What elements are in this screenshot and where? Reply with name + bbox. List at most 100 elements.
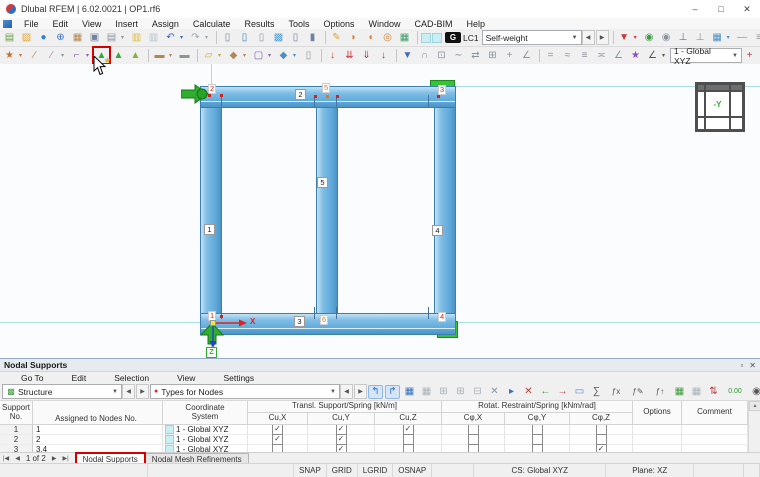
decimal-places-icon[interactable]: 0.00 xyxy=(723,385,747,399)
panel-close-icon[interactable]: ✕ xyxy=(749,361,756,370)
new-member-load-icon[interactable]: ⇊ xyxy=(342,49,359,63)
table-row[interactable]: 1 1 1 - Global XYZ ✓ ✓ ✓ xyxy=(0,425,748,435)
units-icon[interactable]: ▦ xyxy=(689,385,704,399)
new-model-icon[interactable]: ▤ xyxy=(2,31,19,45)
print-icon[interactable]: ▤▾ xyxy=(104,31,129,45)
first-table-button[interactable]: |◀ xyxy=(0,455,12,462)
formula-import-icon[interactable]: ƒ↑ xyxy=(650,385,670,399)
save-icon[interactable]: ▣ xyxy=(87,31,104,45)
menu-item[interactable]: Results xyxy=(237,19,281,29)
measure-icon[interactable]: — xyxy=(735,31,752,45)
stamp-icon[interactable]: ◎ xyxy=(380,31,397,45)
align-line-icon[interactable]: = xyxy=(543,49,560,63)
col-cux[interactable]: Cu,X xyxy=(248,413,308,425)
node-marker[interactable] xyxy=(326,95,329,98)
col-cuz[interactable]: Cu,Z xyxy=(375,413,442,425)
table-first-icon[interactable]: ⊞ xyxy=(436,385,451,399)
model-canvas[interactable]: 12345 253164 X Z -Y xyxy=(0,64,760,358)
report-icon[interactable]: ▥ xyxy=(129,31,146,45)
col-comment[interactable]: Comment xyxy=(682,401,748,425)
align-offset-icon[interactable]: ≍ xyxy=(594,49,611,63)
member-5-middle-column[interactable] xyxy=(316,102,338,318)
note-bubble-icon[interactable]: ◗ xyxy=(346,31,363,45)
new-solid-icon[interactable]: ◆▾ xyxy=(226,49,251,63)
next-table-page-button[interactable]: ▶ xyxy=(49,455,60,462)
tables-panel-icon[interactable]: ▯ xyxy=(237,31,254,45)
search-icon[interactable]: ◉ xyxy=(749,385,760,399)
node-marker[interactable] xyxy=(314,95,317,98)
types-for-nodes-combo[interactable]: ● Types for Nodes▼ xyxy=(150,384,340,399)
loads-visibility-icon[interactable]: ⊥ xyxy=(693,31,710,45)
node-number-label[interactable]: 4 xyxy=(438,312,446,322)
close-button[interactable]: ✕ xyxy=(734,1,760,18)
menu-item[interactable]: Calculate xyxy=(186,19,238,29)
member-number-label[interactable]: 3 xyxy=(294,316,305,327)
relations-forward-icon[interactable]: ↱ xyxy=(385,385,400,399)
table-active-icon[interactable]: ▦ xyxy=(402,385,417,399)
member-4-right-column[interactable] xyxy=(434,86,456,335)
display-panel-icon[interactable]: ▦▾ xyxy=(710,31,735,45)
new-elastic-foundation-icon[interactable]: ▲ xyxy=(128,49,145,63)
menu-item[interactable]: Help xyxy=(460,19,493,29)
snap-toggle[interactable]: SNAP xyxy=(294,464,327,477)
col-coordinate-system[interactable]: CoordinateSystem xyxy=(163,401,248,425)
panel-menu-item[interactable]: Edit xyxy=(58,373,101,383)
member-number-label[interactable]: 2 xyxy=(295,89,306,100)
menu-item[interactable]: File xyxy=(17,19,46,29)
member-number-label[interactable]: 1 xyxy=(204,224,215,235)
undo-icon[interactable]: ↶▾ xyxy=(163,31,188,45)
snap-assistant-icon[interactable]: ★ xyxy=(628,49,645,63)
printout-report-icon[interactable]: ▥ xyxy=(146,31,163,45)
open-model-icon[interactable]: ▨ xyxy=(19,31,36,45)
navigator-panel-icon[interactable]: ▯ xyxy=(220,31,237,45)
col-cphiy[interactable]: Cφ,Y xyxy=(505,413,570,425)
display-properties-icon[interactable]: ▦ xyxy=(397,31,414,45)
node-number-label[interactable]: 6 xyxy=(320,315,328,325)
col-cuy[interactable]: Cu,Y xyxy=(308,413,375,425)
chat-bubble-icon[interactable]: ◖ xyxy=(363,31,380,45)
snap-toggle[interactable]: GRID xyxy=(327,464,358,477)
table-mid-icon[interactable]: ⊞ xyxy=(453,385,468,399)
new-free-load-icon[interactable]: ↓ xyxy=(376,49,393,63)
edit-line-icon[interactable]: ∕▾ xyxy=(44,49,69,63)
delete-row-icon[interactable]: ✕ xyxy=(521,385,536,399)
box-select-icon[interactable]: ⊡ xyxy=(434,49,451,63)
menu-item[interactable]: Insert xyxy=(108,19,145,29)
status-panel-icon[interactable]: ▮ xyxy=(305,31,322,45)
worksheet-panel-icon[interactable]: ▯ xyxy=(288,31,305,45)
supports-visibility-icon[interactable]: ⊥ xyxy=(676,31,693,45)
new-opening-icon[interactable]: ▢▾ xyxy=(251,49,276,63)
dimensions-icon[interactable]: ≡ xyxy=(752,31,760,45)
rendering-panel-icon[interactable]: ▩ xyxy=(271,31,288,45)
new-nodal-load-icon[interactable]: ↓ xyxy=(325,49,342,63)
user-cs-icon[interactable]: + xyxy=(742,49,759,63)
redo-icon[interactable]: ↷▾ xyxy=(188,31,213,45)
mirror-icon[interactable]: ⊞ xyxy=(485,49,502,63)
new-node-icon[interactable]: ★▾ xyxy=(2,49,27,63)
node-number-label[interactable]: 3 xyxy=(438,85,446,95)
move-copy-icon[interactable]: ⇄ xyxy=(468,49,485,63)
import-table-icon[interactable]: ← xyxy=(538,385,553,399)
prev-table-page-button[interactable]: ◀ xyxy=(12,455,23,462)
new-line-icon[interactable]: ∕ xyxy=(27,49,44,63)
scale-icon[interactable]: ∠ xyxy=(519,49,536,63)
support-node-2[interactable] xyxy=(181,84,211,104)
col-assigned-nodes[interactable]: Assigned to Nodes No. xyxy=(33,401,163,425)
network-project-icon[interactable]: ● xyxy=(36,31,53,45)
member-1-left-column[interactable] xyxy=(200,86,222,335)
col-cphiz[interactable]: Cφ,Z xyxy=(570,413,633,425)
sum-icon[interactable]: ∑ xyxy=(589,385,604,399)
member-number-label[interactable]: 5 xyxy=(317,177,328,188)
next-type-button[interactable]: ▶ xyxy=(354,384,367,399)
coordinate-system-combo[interactable]: 1 - Global XYZ▼ xyxy=(670,48,742,63)
minimize-button[interactable]: – xyxy=(682,1,708,18)
node-marker[interactable] xyxy=(220,94,223,97)
table-last-icon[interactable]: ⊟ xyxy=(470,385,485,399)
node-marker[interactable] xyxy=(437,95,440,98)
select-filter-icon[interactable]: ▼ xyxy=(400,49,417,63)
formula-edit-icon[interactable]: ƒ✎ xyxy=(628,385,648,399)
prev-table-button[interactable]: ◀ xyxy=(122,384,135,399)
snap-toggle[interactable]: OSNAP xyxy=(393,464,432,477)
formula-icon[interactable]: ƒx xyxy=(606,385,626,399)
new-surface-load-icon[interactable]: ⇓ xyxy=(359,49,376,63)
